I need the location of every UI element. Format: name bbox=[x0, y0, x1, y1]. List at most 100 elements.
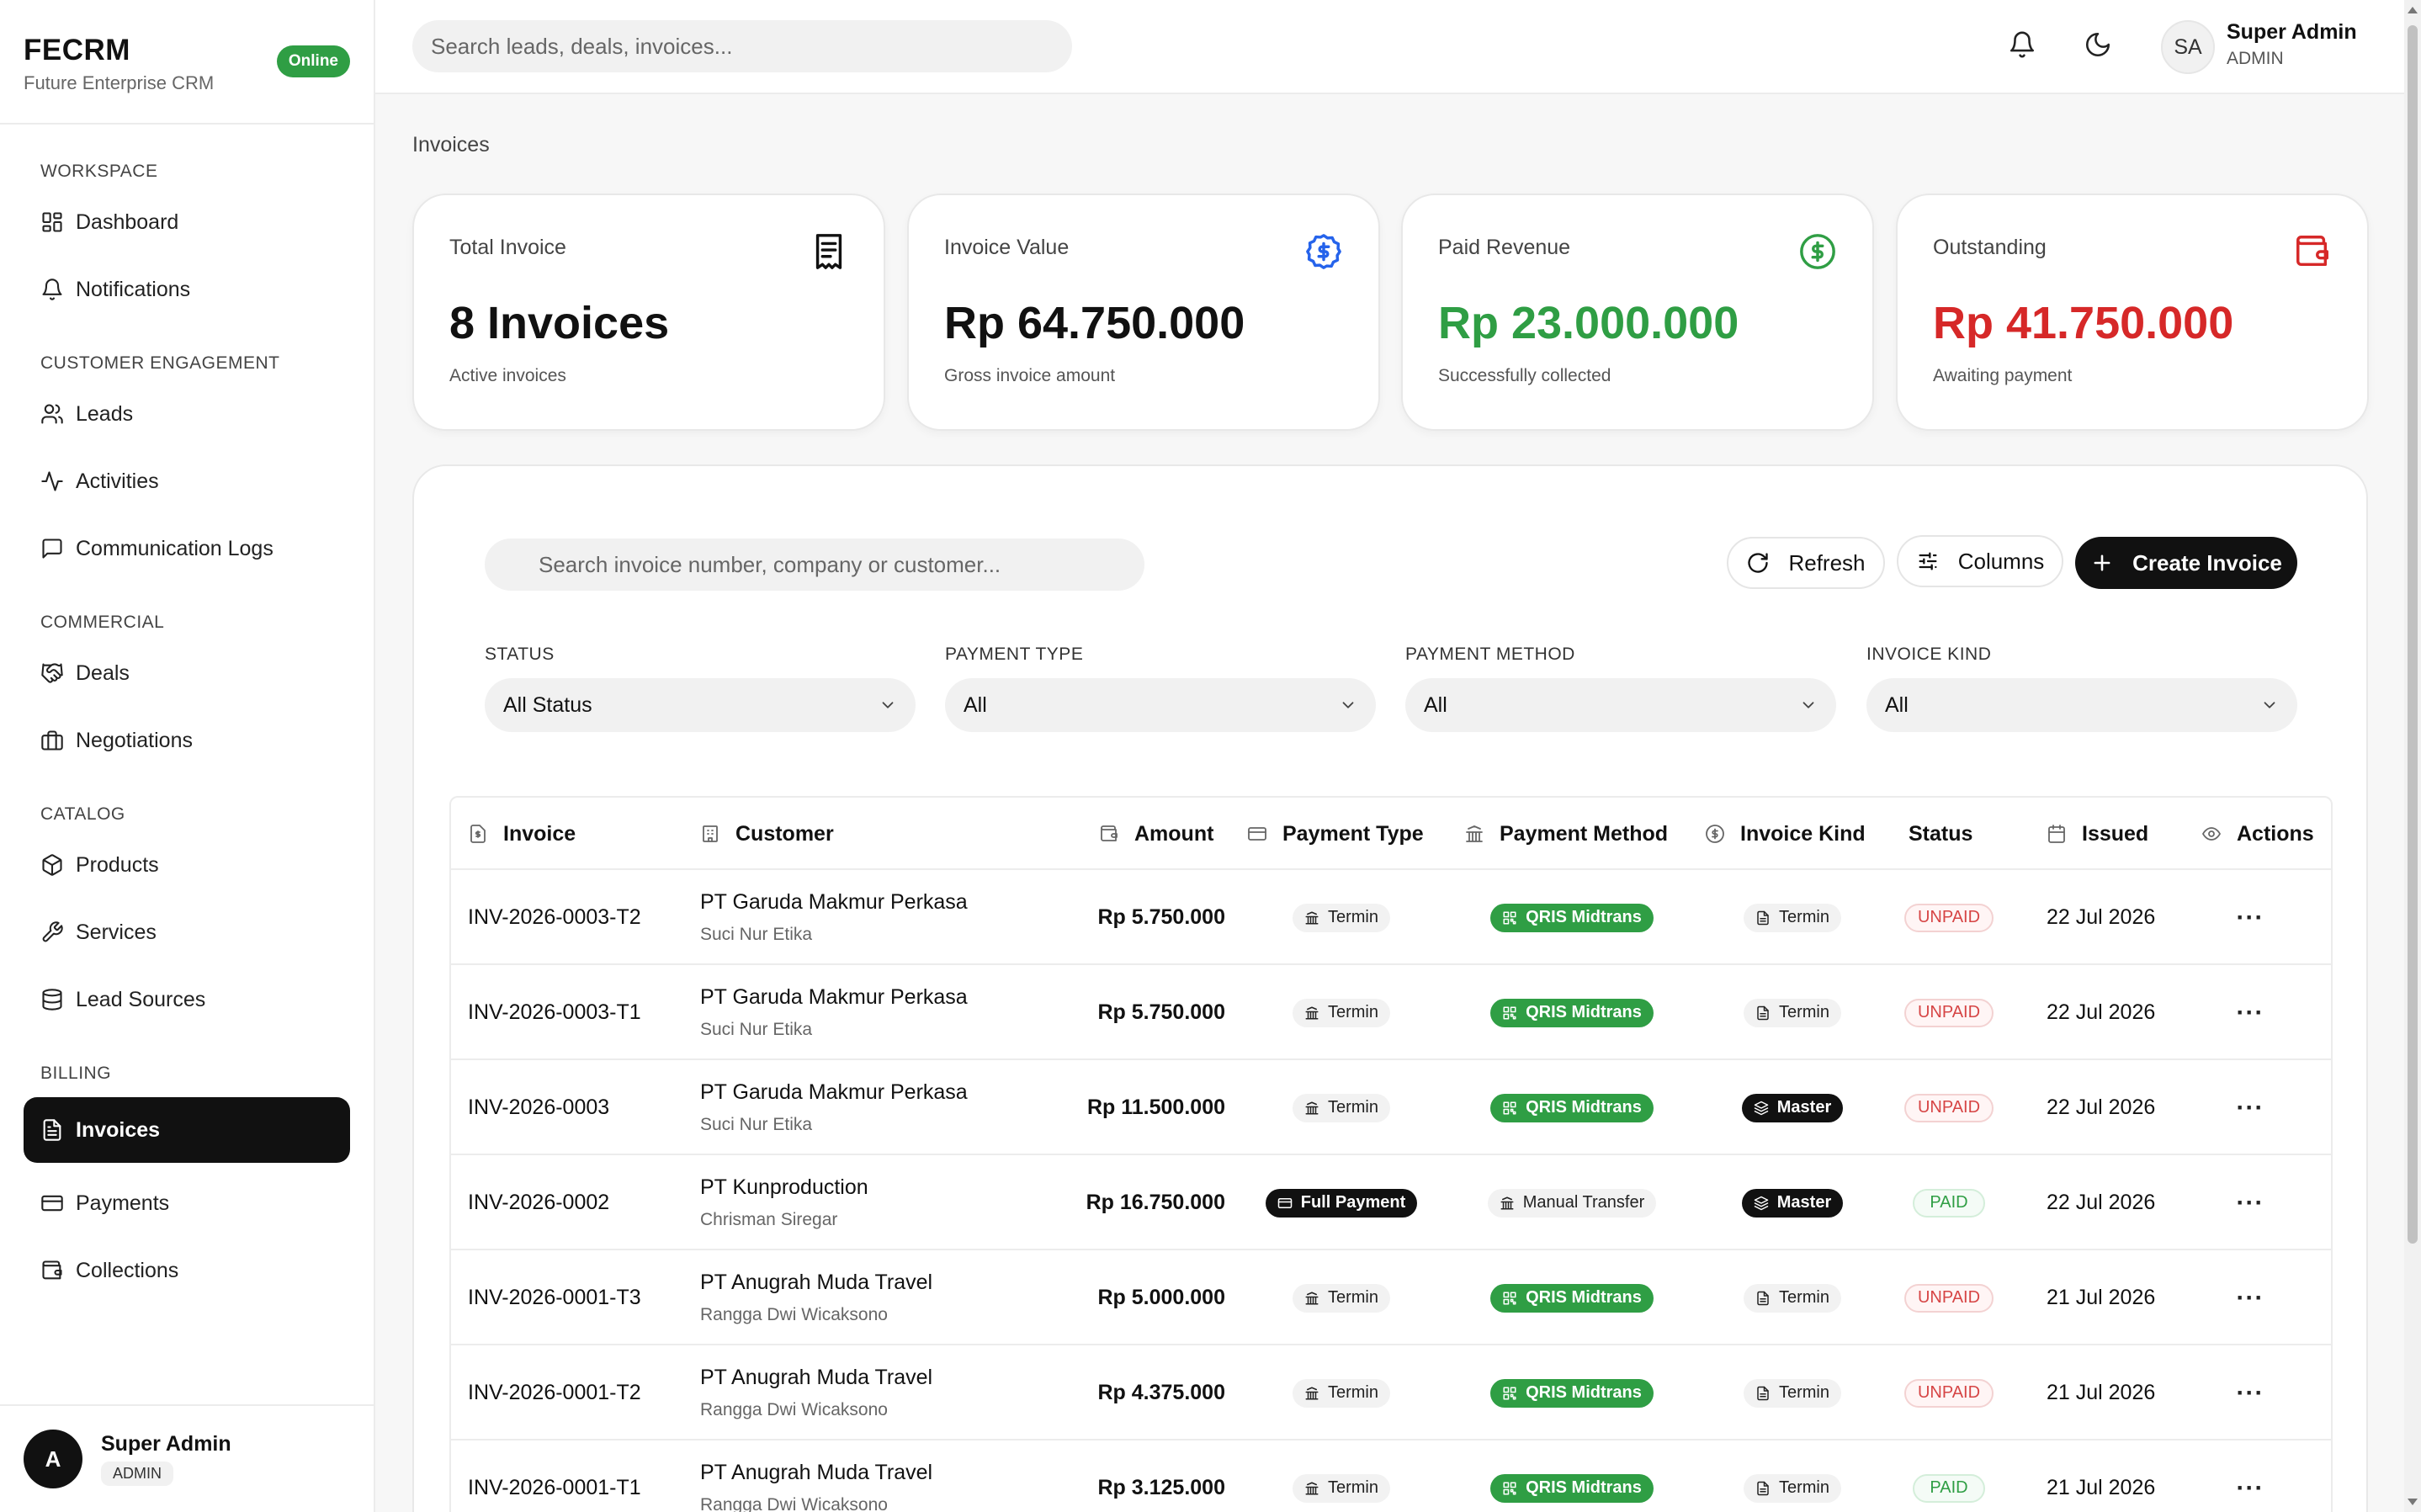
create-invoice-button[interactable]: Create Invoice bbox=[2075, 537, 2297, 589]
row-actions-button[interactable]: ··· bbox=[2225, 1345, 2275, 1440]
table-row[interactable]: INV-2026-0003 PT Garuda Makmur Perkasa Suc… bbox=[451, 1060, 2331, 1155]
sidebar-item-dashboard[interactable]: Dashboard bbox=[24, 195, 350, 249]
columns-button[interactable]: Columns bbox=[1897, 535, 2063, 587]
invoice-number[interactable]: INV-2026-0001-T3 bbox=[468, 1250, 641, 1345]
scroll-thumb[interactable] bbox=[2408, 25, 2418, 1244]
file-icon bbox=[1757, 1291, 1769, 1305]
file-icon bbox=[1757, 1481, 1769, 1495]
customer-company: PT Garuda Makmur Perkasa bbox=[700, 890, 968, 914]
payment-method-badge: QRIS Midtrans bbox=[1490, 1283, 1654, 1313]
sidebar-item-label: Collections bbox=[76, 1258, 179, 1282]
filter-label-invoice-kind: INVOICE KIND bbox=[1866, 645, 1992, 664]
sidebar-user[interactable]: A Super Admin ADMIN bbox=[0, 1404, 374, 1512]
refresh-button[interactable]: Refresh bbox=[1727, 537, 1885, 589]
payment-type-select[interactable]: All bbox=[945, 678, 1376, 732]
calendar-icon bbox=[2048, 825, 2065, 843]
bell-icon[interactable] bbox=[2008, 30, 2036, 59]
chevron-down-icon bbox=[2264, 702, 2275, 708]
sidebar-item-services[interactable]: Services bbox=[24, 905, 350, 959]
column-header-issued[interactable]: Issued bbox=[2047, 798, 2148, 870]
payment-method-select[interactable]: All bbox=[1405, 678, 1836, 732]
invoice-number[interactable]: INV-2026-0003-T2 bbox=[468, 870, 641, 965]
status-badge: PAID bbox=[1913, 1473, 1985, 1503]
column-header-status[interactable]: Status bbox=[1909, 798, 1972, 870]
page-scrollbar[interactable] bbox=[2404, 0, 2421, 1512]
dollar-circle-icon bbox=[1800, 234, 1835, 269]
row-actions-button[interactable]: ··· bbox=[2225, 1440, 2275, 1512]
table-row[interactable]: INV-2026-0001-T1 PT Anugrah Muda Travel Ra… bbox=[451, 1440, 2331, 1512]
more-icon: ··· bbox=[2236, 1093, 2264, 1122]
column-label: Amount bbox=[1134, 821, 1214, 846]
global-search-input[interactable] bbox=[412, 20, 1072, 72]
customer-contact: Rangga Dwi Wicaksono bbox=[700, 1400, 888, 1419]
invoice-number[interactable]: INV-2026-0002 bbox=[468, 1155, 609, 1250]
nav-section-title: CUSTOMER ENGAGEMENT bbox=[40, 353, 280, 373]
column-header-payment-type[interactable]: Payment Type bbox=[1247, 798, 1424, 870]
sidebar-item-payments[interactable]: Payments bbox=[24, 1176, 350, 1230]
table-row[interactable]: INV-2026-0001-T2 PT Anugrah Muda Travel Ra… bbox=[451, 1345, 2331, 1440]
card-icon bbox=[1277, 1197, 1292, 1208]
sidebar-item-communication-logs[interactable]: Communication Logs bbox=[24, 522, 350, 576]
invoice-search-input[interactable] bbox=[485, 538, 1144, 591]
sidebar-item-activities[interactable]: Activities bbox=[24, 454, 350, 508]
payment-method-badge: QRIS Midtrans bbox=[1490, 998, 1654, 1027]
row-actions-button[interactable]: ··· bbox=[2225, 1155, 2275, 1250]
status-cell: UNPAID bbox=[1890, 1250, 2008, 1345]
sidebar-item-notifications[interactable]: Notifications bbox=[24, 263, 350, 316]
moon-icon[interactable] bbox=[2084, 30, 2112, 59]
sidebar-item-negotiations[interactable]: Negotiations bbox=[24, 714, 350, 767]
payment-type-cell: Termin bbox=[1247, 870, 1436, 965]
user-avatar[interactable]: SA bbox=[2161, 20, 2215, 74]
invoice-number[interactable]: INV-2026-0001-T2 bbox=[468, 1345, 641, 1440]
column-label: Status bbox=[1909, 821, 1973, 846]
column-header-amount[interactable]: Amount bbox=[1099, 798, 1213, 870]
payment-method-badge: QRIS Midtrans bbox=[1490, 1378, 1654, 1408]
invoice-number[interactable]: INV-2026-0003-T1 bbox=[468, 965, 641, 1060]
issued-date: 21 Jul 2026 bbox=[2047, 1476, 2156, 1499]
invoice-number[interactable]: INV-2026-0001-T1 bbox=[468, 1440, 641, 1512]
scroll-down-arrow-icon[interactable] bbox=[2408, 1499, 2418, 1505]
invoice-kind-text: Termin bbox=[1778, 1003, 1829, 1021]
table-body: INV-2026-0003-T2 PT Garuda Makmur Perkasa… bbox=[451, 870, 2331, 1512]
payment-type-cell: Termin bbox=[1247, 1345, 1436, 1440]
issued-date: 22 Jul 2026 bbox=[2047, 1191, 2156, 1214]
card-icon bbox=[41, 1195, 63, 1212]
amount: Rp 11.500.000 bbox=[1086, 1096, 1225, 1119]
table-row[interactable]: INV-2026-0003-T2 PT Garuda Makmur Perkasa… bbox=[451, 870, 2331, 965]
create-invoice-label: Create Invoice bbox=[2132, 549, 2282, 576]
column-header-payment-method[interactable]: Payment Method bbox=[1464, 798, 1668, 870]
dollar-circle-icon bbox=[1706, 825, 1724, 843]
table-row[interactable]: INV-2026-0003-T1 PT Garuda Makmur Perkasa… bbox=[451, 965, 2331, 1060]
status-badge: UNPAID bbox=[1903, 1283, 1994, 1313]
stat-label: Paid Revenue bbox=[1438, 236, 1571, 259]
row-actions-button[interactable]: ··· bbox=[2225, 870, 2275, 965]
column-header-invoice[interactable]: Invoice bbox=[468, 798, 576, 870]
file-dollar-icon bbox=[470, 825, 486, 843]
user-name[interactable]: Super Admin bbox=[2227, 20, 2357, 45]
chevron-down-icon bbox=[882, 702, 894, 708]
scroll-up-arrow-icon[interactable] bbox=[2408, 7, 2418, 13]
stat-label: Total Invoice bbox=[449, 236, 566, 259]
filter-label-status: STATUS bbox=[485, 645, 555, 664]
sidebar-item-invoices[interactable]: Invoices bbox=[24, 1097, 350, 1163]
payment-method-text: QRIS Midtrans bbox=[1526, 1003, 1642, 1021]
status-select[interactable]: All Status bbox=[485, 678, 916, 732]
invoice-kind-badge: Termin bbox=[1743, 1378, 1841, 1408]
invoice-kind-select[interactable]: All bbox=[1866, 678, 2297, 732]
column-header-customer[interactable]: Customer bbox=[700, 798, 834, 870]
sidebar-item-collections[interactable]: Collections bbox=[24, 1244, 350, 1297]
table-row[interactable]: INV-2026-0001-T3 PT Anugrah Muda Travel Ra… bbox=[451, 1250, 2331, 1345]
invoice-number[interactable]: INV-2026-0003 bbox=[468, 1060, 609, 1155]
row-actions-button[interactable]: ··· bbox=[2225, 1060, 2275, 1155]
invoice-kind-badge: Master bbox=[1741, 1093, 1844, 1122]
table-row[interactable]: INV-2026-0002 PT Kunproduction Chrisman Si… bbox=[451, 1155, 2331, 1250]
status-cell: UNPAID bbox=[1890, 1345, 2008, 1440]
column-header-invoice-kind[interactable]: Invoice Kind bbox=[1705, 798, 1866, 870]
row-actions-button[interactable]: ··· bbox=[2225, 965, 2275, 1060]
invoice-kind-text: Termin bbox=[1778, 1288, 1829, 1307]
sidebar-item-lead-sources[interactable]: Lead Sources bbox=[24, 973, 350, 1027]
sidebar-item-leads[interactable]: Leads bbox=[24, 387, 350, 441]
sidebar-item-deals[interactable]: Deals bbox=[24, 646, 350, 700]
sidebar-item-products[interactable]: Products bbox=[24, 838, 350, 892]
row-actions-button[interactable]: ··· bbox=[2225, 1250, 2275, 1345]
